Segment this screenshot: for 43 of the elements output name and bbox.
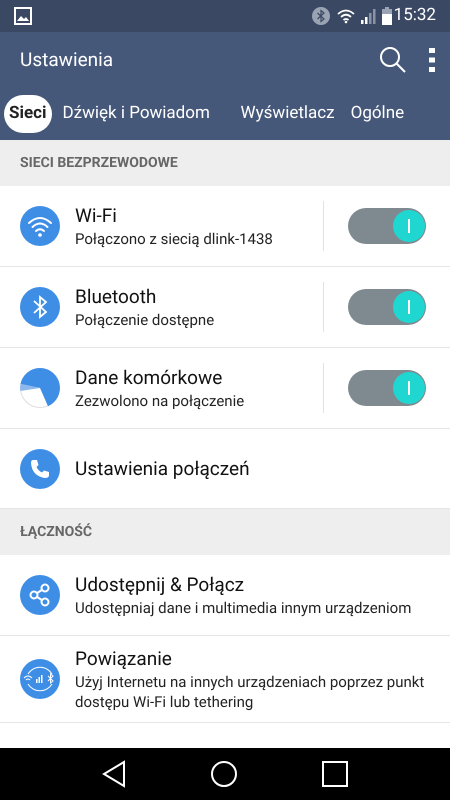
toggle-switch[interactable] xyxy=(348,208,426,244)
tab[interactable]: Sieci xyxy=(4,95,52,133)
toggle-switch[interactable] xyxy=(348,370,426,406)
row-title: Udostępnij & Połącz xyxy=(75,572,246,598)
tethering-icon xyxy=(20,659,60,699)
section-header: SIECI BEZPRZEWODOWE xyxy=(0,140,450,186)
search-icon[interactable] xyxy=(378,45,408,75)
wifi-icon xyxy=(336,8,356,24)
tab[interactable]: Ogólne xyxy=(346,95,410,133)
tab[interactable]: Wyświetlacz xyxy=(236,95,340,133)
settings-row[interactable]: Powiązanie Użyj Internetu na innych urządzeniach poprzez punkt dostępu Wi-Fi lub tethering xyxy=(0,636,450,723)
row-subtitle: Połączono z siecią dlink-1438 xyxy=(75,229,274,249)
row-title: Wi-Fi xyxy=(75,203,118,229)
settings-row[interactable]: Udostępnij & Połącz Udostępniaj dane i multimedia innym urządzeniom xyxy=(0,555,450,636)
tab[interactable]: Dźwięk i Powiadom xyxy=(58,95,230,133)
more-options-icon[interactable] xyxy=(428,47,436,73)
bluetooth-icon xyxy=(20,287,60,327)
back-icon[interactable] xyxy=(101,760,128,788)
row-subtitle: Zezwolono na połączenie xyxy=(75,391,246,411)
row-title: Bluetooth xyxy=(75,284,158,310)
row-title: Dane komórkowe xyxy=(75,365,224,391)
wifi-icon xyxy=(20,206,60,246)
app-title: Ustawienia xyxy=(20,46,114,73)
share-icon xyxy=(20,575,60,615)
toggle-switch[interactable] xyxy=(348,289,426,325)
settings-row[interactable]: Dane komórkowe Zezwolono na połączenie xyxy=(0,348,450,429)
battery-icon xyxy=(382,7,392,25)
bluetooth-icon xyxy=(312,7,330,25)
settings-row[interactable]: Bluetooth Połączenie dostępne xyxy=(0,267,450,348)
row-title: Powiązanie xyxy=(75,646,173,672)
recent-apps-icon[interactable] xyxy=(320,760,349,788)
row-subtitle: Połączenie dostępne xyxy=(75,310,216,330)
pie-chart-icon xyxy=(20,368,60,408)
signal-icon xyxy=(360,8,378,24)
phone-icon xyxy=(20,448,60,488)
section-header: ŁĄCZNOŚĆ xyxy=(0,509,450,555)
image-icon xyxy=(14,7,32,25)
row-title: Ustawienia połączeń xyxy=(75,456,251,482)
settings-row[interactable]: Wi-Fi Połączono z siecią dlink-1438 xyxy=(0,186,450,267)
row-subtitle: Udostępniaj dane i multimedia innym urządzeniom xyxy=(75,598,412,618)
row-subtitle: Użyj Internetu na innych urządzeniach poprzez punkt dostępu Wi-Fi lub tethering xyxy=(75,672,426,712)
clock: 15:32 xyxy=(394,4,436,28)
home-icon[interactable] xyxy=(210,760,238,788)
